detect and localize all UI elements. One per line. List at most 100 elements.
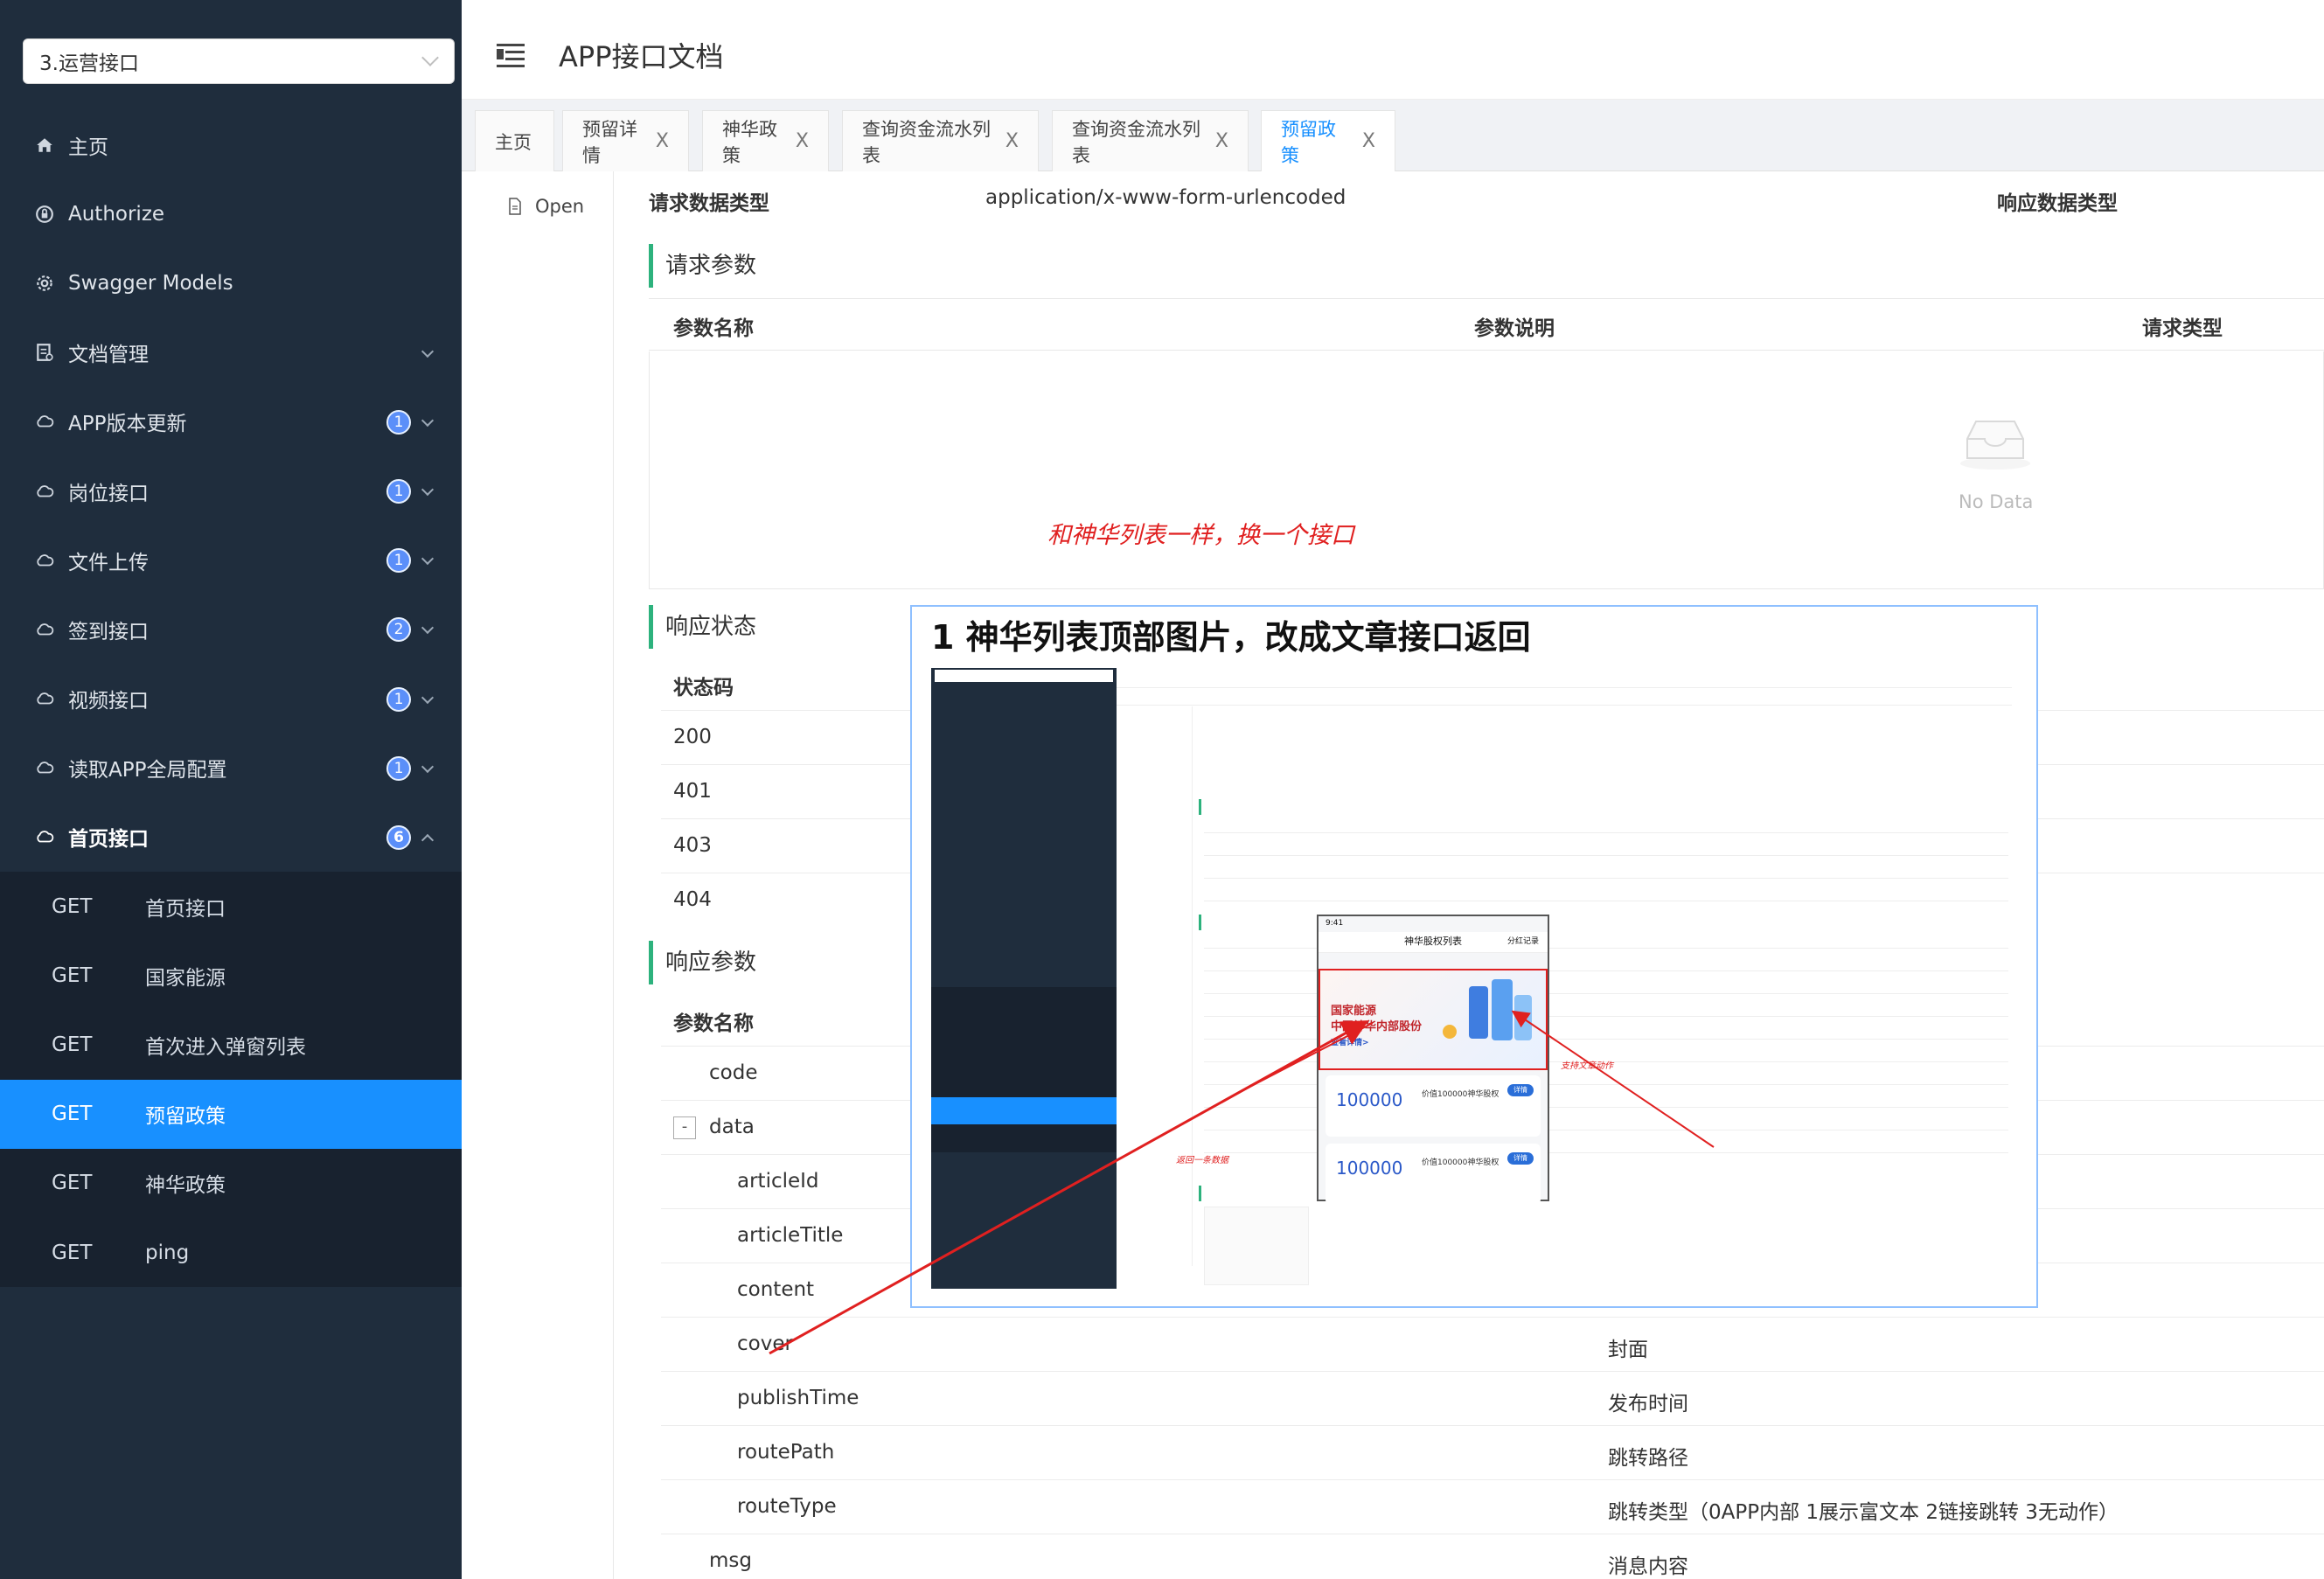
sidebar-item-label: 签到接口 [68,620,149,643]
status-code: 403 [673,834,712,857]
mini-item [931,1124,1117,1152]
cloud-icon [35,620,54,639]
row-divider [661,1317,2324,1318]
sidebar-item-swagger-models[interactable]: Swagger Models [0,248,462,317]
building-illustration [1492,979,1513,1040]
http-method: GET [52,894,93,918]
collapse-toggle[interactable]: - [673,1116,696,1139]
mini-divider [1204,832,2008,833]
sidebar-item-signin[interactable]: 签到接口 2 [0,595,462,664]
sidebar-item-video[interactable]: 视频接口 1 [0,664,462,734]
cloud-icon [35,827,54,846]
banner-text: 国家能源 中国神华内部股份 查看详情> [1331,1004,1422,1051]
api-group-select[interactable]: 3.运营接口 [23,38,455,84]
phone-title: 神华股权列表 分红记录 [1319,932,1548,953]
endpoint-label: 神华政策 [145,1174,226,1198]
sidebar-item-label: 文件上传 [68,551,149,574]
card-amount: 100000 [1336,1158,1403,1179]
sidebar-item-home[interactable]: 主页 [0,110,462,179]
cloud-icon [35,689,54,708]
menu-fold-icon[interactable] [497,44,525,67]
sidebar-item-app-update[interactable]: APP版本更新 1 [0,387,462,456]
mini-section-bar [1199,799,1201,815]
card-desc: 价值100000神华股权 [1422,1158,1499,1167]
document-icon [35,343,54,362]
request-params-table-header: 参数名称 参数说明 请求类型 [649,298,2324,351]
col-status-code: 状态码 [673,677,734,699]
card-desc: 价值100000神华股权 [1422,1090,1499,1099]
close-icon[interactable]: X [1005,130,1019,152]
tab-label: 预留详情 [582,118,637,166]
mini-item [931,849,1117,877]
tab-fund-flow-2[interactable]: 查询资金流水列表 X [1052,110,1249,171]
col-response-param-name: 参数名称 [673,1012,754,1035]
chevron-down-icon [421,691,435,704]
http-method: GET [52,1033,93,1057]
mini-note-right: 支持文章动作 [1561,1061,1613,1071]
mini-item [931,877,1117,905]
tab-home[interactable]: 主页 [475,110,554,171]
tab-fund-flow-1[interactable]: 查询资金流水列表 X [842,110,1039,171]
mini-item [931,932,1117,960]
row-divider [661,1479,2324,1480]
status-code: 404 [673,888,712,911]
mini-note-left: 返回一条数据 [1176,1156,1228,1165]
close-icon[interactable]: X [1215,130,1228,152]
sidebar-item-label: 视频接口 [68,690,149,713]
sidebar-item-upload[interactable]: 文件上传 1 [0,525,462,595]
sidebar-item-global-config[interactable]: 读取APP全局配置 1 [0,734,462,803]
tab-shenhua-policy[interactable]: 神华政策 X [702,110,829,171]
sidebar-item-post[interactable]: 岗位接口 1 [0,456,462,525]
row-divider [661,1371,2324,1372]
card-detail-button: 详情 [1507,1152,1534,1165]
response-content-type-label: 响应数据类型 [1997,192,2118,215]
sidebar-subitem-selected[interactable]: GET 预留政策 [0,1079,462,1149]
settings-icon [35,274,54,293]
tab-label: 查询资金流水列表 [1072,118,1200,166]
banner-line1: 国家能源 [1331,1005,1377,1018]
sidebar-subitem[interactable]: GET 首次进入弹窗列表 [0,1010,462,1079]
mini-item [931,1069,1117,1097]
col-param-desc: 参数说明 [1474,317,1555,340]
request-content-type-value: application/x-www-form-urlencoded [985,186,1346,209]
sidebar-item-homepage-api[interactable]: 首页接口 6 [0,803,462,872]
phone-banner-highlight: 国家能源 中国神华内部股份 查看详情> [1319,969,1548,1070]
sidebar-item-label: 岗位接口 [68,482,149,505]
file-icon [509,198,521,215]
sidebar-menu: 主页 Authorize Swagger Models 文档管理 APP版本更新… [0,110,462,1288]
chevron-down-icon [421,760,435,773]
sidebar-subitem[interactable]: GET 国家能源 [0,941,462,1010]
sidebar-subitem[interactable]: GET 神华政策 [0,1149,462,1218]
sidebar-item-authorize[interactable]: Authorize [0,179,462,248]
http-method: GET [52,1103,93,1126]
tab-reserve-detail[interactable]: 预留详情 X [562,110,689,171]
mini-item [931,959,1117,987]
close-icon[interactable]: X [796,130,809,152]
phone-card: 100000 价值100000神华股权 详情 [1326,1075,1541,1137]
tab-label: 主页 [495,131,532,153]
sidebar-item-docs[interactable]: 文档管理 [0,318,462,387]
response-status-heading: 响应状态 [649,605,911,649]
close-icon[interactable]: X [656,130,669,152]
phone-right-link: 分红记录 [1506,937,1539,946]
mini-item [931,1014,1117,1042]
banner-line2: 中国神华内部股份 [1331,1020,1423,1033]
open-button[interactable]: Open [507,196,584,217]
param-desc: 发布时间 [1608,1393,1688,1416]
close-icon[interactable]: X [1362,130,1375,152]
mini-divider [1192,706,1193,1266]
http-method: GET [52,963,93,987]
api-group-select-value: 3.运营接口 [39,52,139,75]
sidebar-subitem[interactable]: GET 首页接口 [0,872,462,941]
endpoint-label: 首页接口 [145,897,226,921]
annotation-screenshot-overlay: 1 神华列表顶部图片，改成文章接口返回 9:41 神华股权列表 分红记录 国家能… [910,605,2038,1308]
param-desc: 跳转路径 [1608,1447,1688,1470]
sidebar-item-label: 文档管理 [68,344,149,367]
tab-reserve-policy[interactable]: 预留政策 X [1261,110,1395,171]
mini-sidebar [931,668,1117,1289]
sidebar-subitem[interactable]: GET ping [0,1218,462,1287]
mini-divider [1117,687,2012,688]
count-badge: 1 [386,686,411,712]
phone-title-text: 神华股权列表 [1404,936,1462,947]
endpoint-label: 预留政策 [145,1105,226,1129]
